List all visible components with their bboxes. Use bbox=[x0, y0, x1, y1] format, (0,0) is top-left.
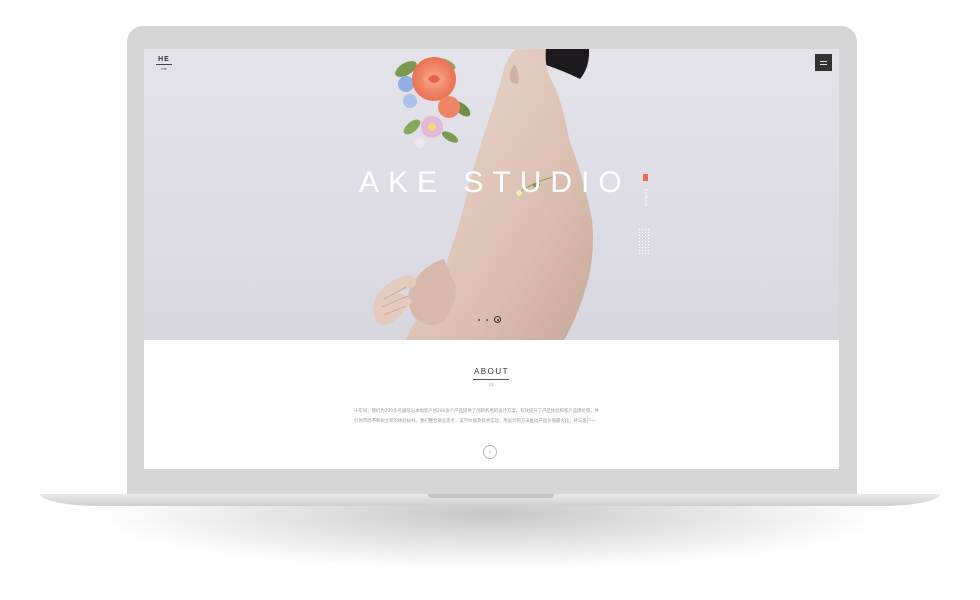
logo-divider bbox=[156, 64, 172, 65]
hero-title: AKE STUDIO bbox=[359, 166, 631, 199]
logo-subtext: me bbox=[161, 66, 167, 71]
hamburger-icon bbox=[820, 60, 827, 62]
laptop-notch bbox=[428, 494, 554, 498]
about-description: 十年间，我们为200多名国际与本地客户创200多个产品提供了创新务用的设计方案，… bbox=[354, 407, 629, 427]
about-title-underline bbox=[473, 379, 509, 380]
logo-text: HE bbox=[158, 56, 170, 63]
side-tag: SARAH bbox=[643, 174, 649, 210]
read-more-button[interactable]: › bbox=[483, 445, 497, 459]
chevron-right-icon: › bbox=[488, 448, 492, 456]
menu-button[interactable] bbox=[815, 54, 832, 71]
about-text-line-1: 十年间，我们为200多名国际与本地客户创200多个产品提供了创新务用的设计方案，… bbox=[354, 409, 600, 414]
decorative-dot-grid bbox=[638, 228, 650, 254]
side-tag-label: SARAH bbox=[643, 188, 649, 207]
about-title: ABOUT bbox=[473, 367, 510, 376]
accent-bar bbox=[643, 174, 648, 181]
carousel-dot-2[interactable] bbox=[486, 318, 488, 321]
about-section: ABOUT 01 十年间，我们为200多名国际与本地客户创200多个产品提供了创… bbox=[144, 340, 839, 469]
about-text-line-2: 引领市场不断树立新的体验标杆。我们整合商业思考，美学价值及技术实现，用设计的方法… bbox=[354, 419, 596, 424]
carousel-dot-3-active[interactable] bbox=[494, 316, 501, 323]
carousel-indicators bbox=[478, 316, 501, 323]
website-screen: HE me AKE STUDIO SARAH ABOUT 01 十年间，我们为2… bbox=[144, 49, 839, 469]
hamburger-icon-line bbox=[820, 63, 827, 65]
about-number: 01 bbox=[488, 382, 494, 387]
site-logo[interactable]: HE me bbox=[156, 56, 172, 71]
hero-banner: HE me AKE STUDIO SARAH bbox=[144, 49, 839, 340]
laptop-shadow bbox=[90, 500, 890, 570]
carousel-dot-1[interactable] bbox=[478, 318, 480, 321]
